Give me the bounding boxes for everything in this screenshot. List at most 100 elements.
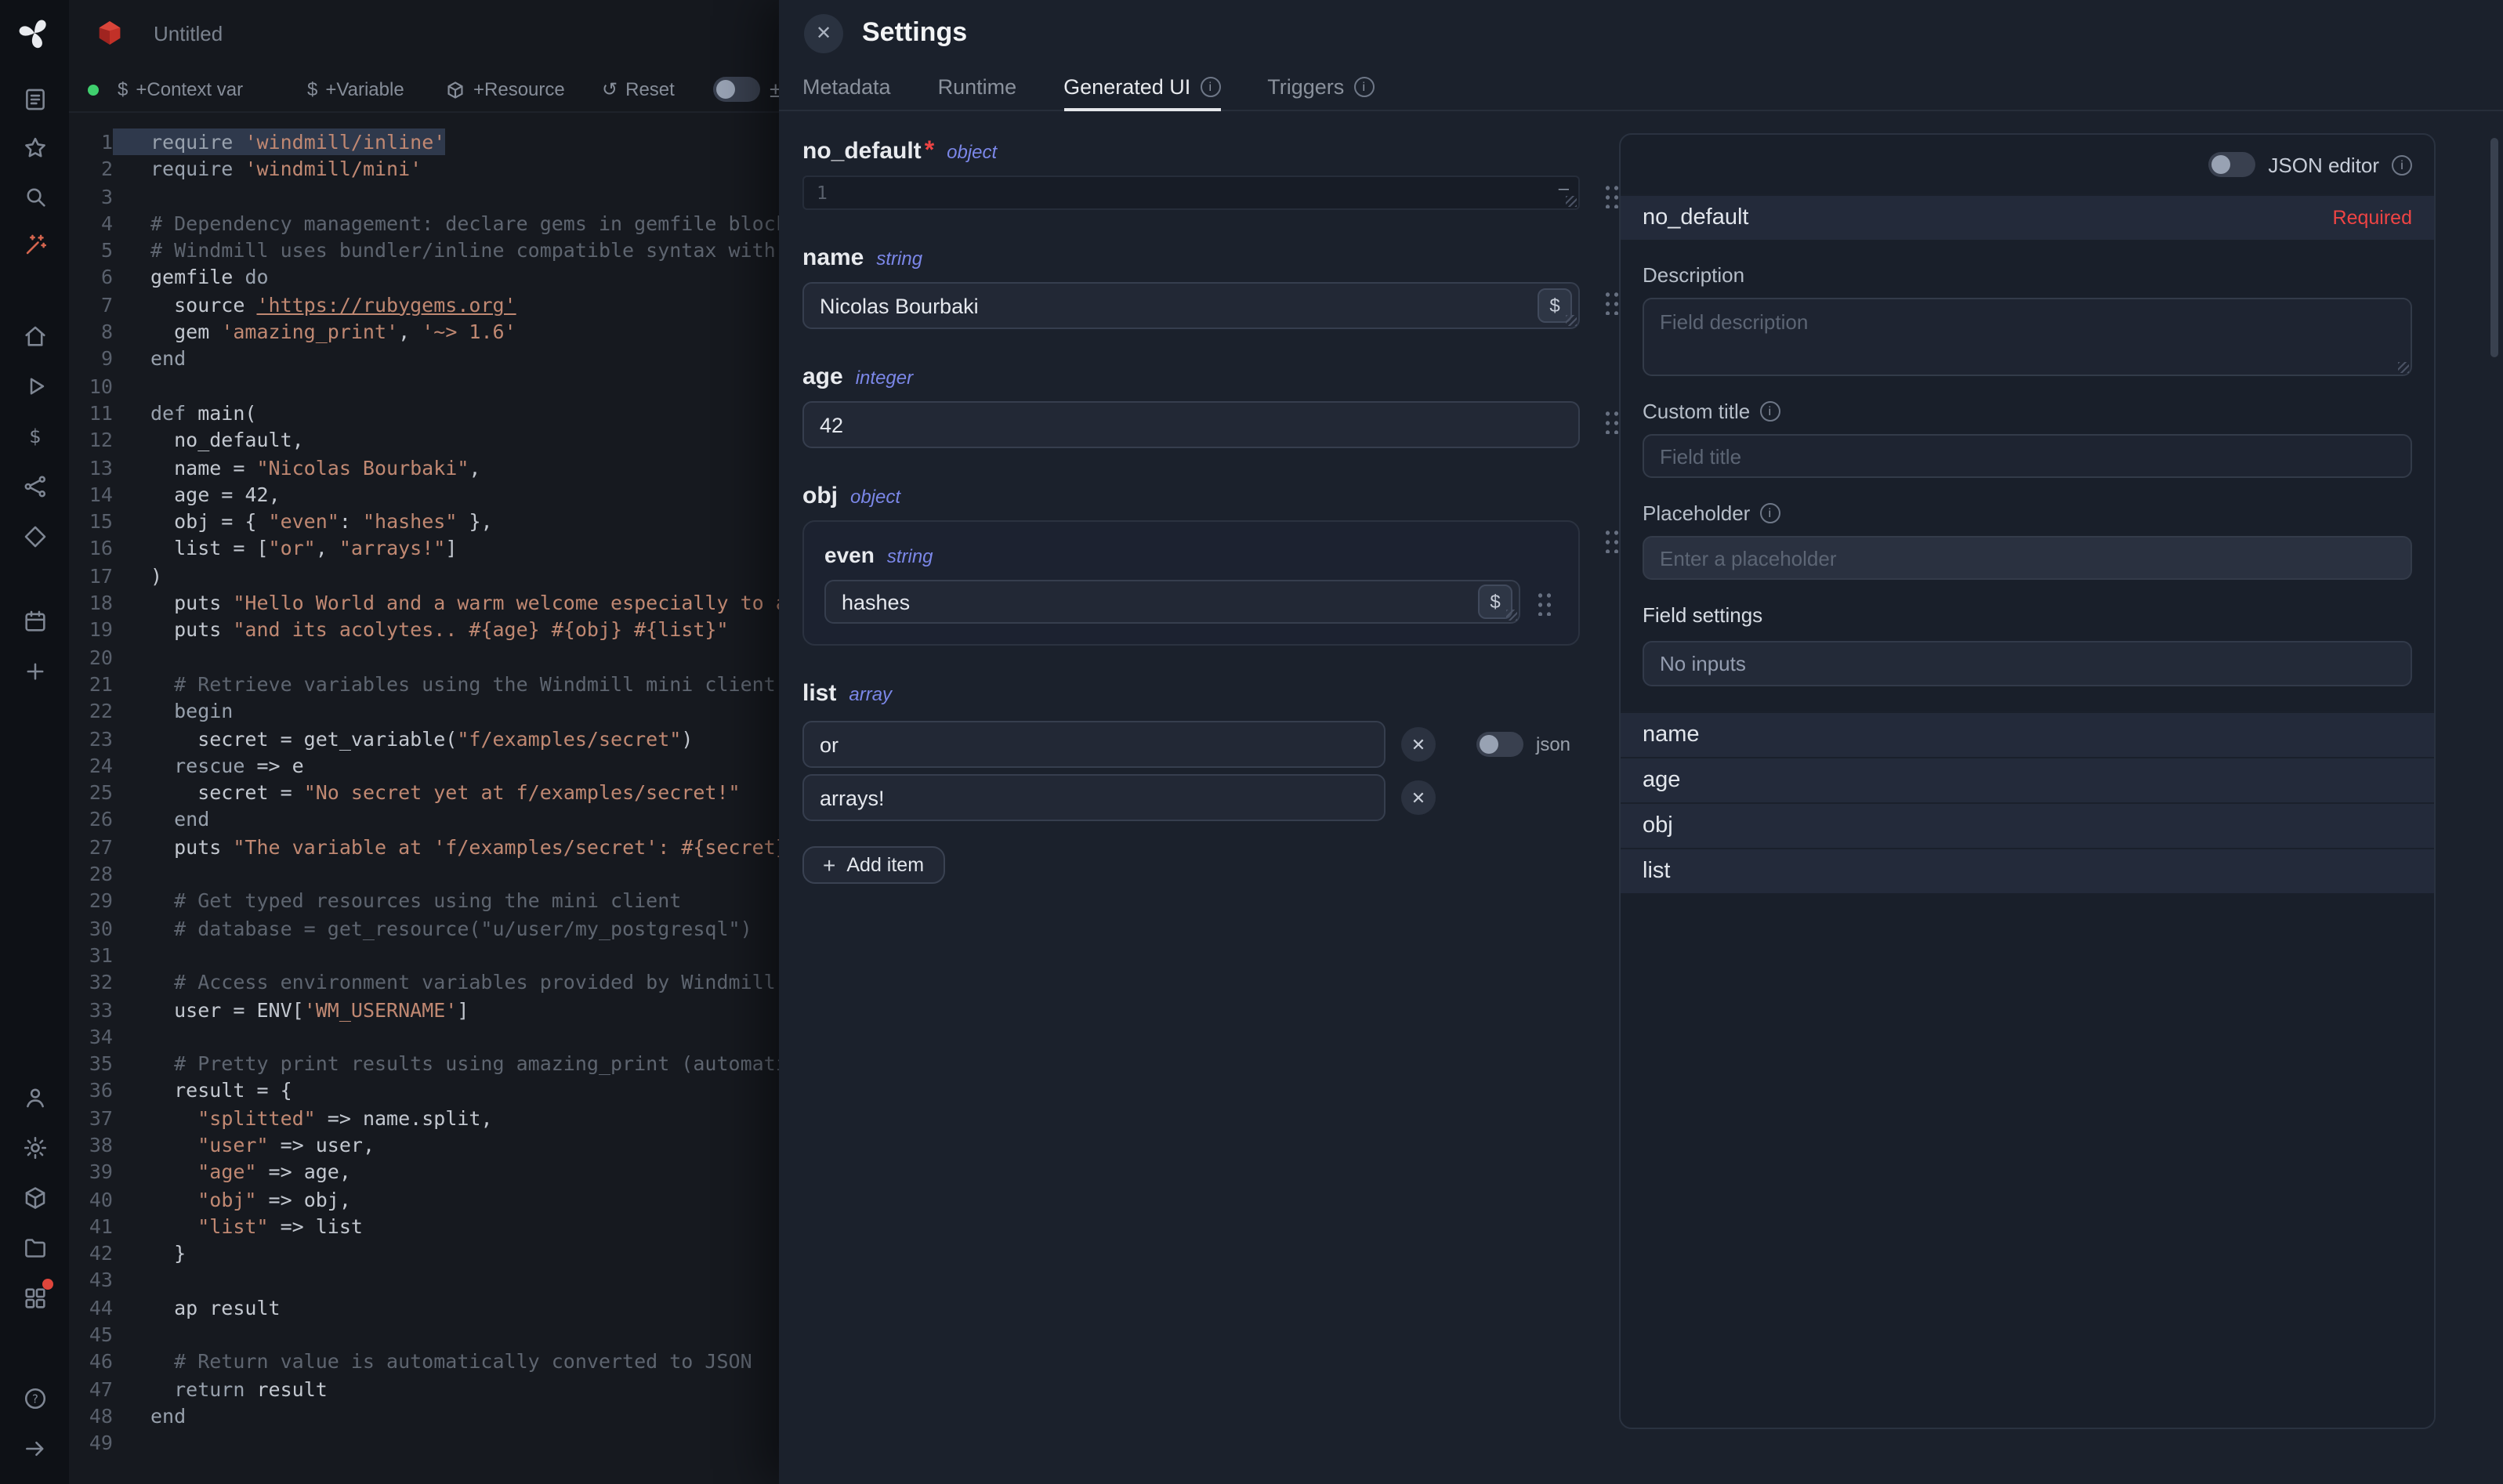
- line-number: 13: [69, 454, 113, 481]
- line-number: 44: [69, 1294, 113, 1322]
- line-number: 40: [69, 1185, 113, 1213]
- code-lines: 1require 'windmill/inline'2require 'wind…: [69, 128, 779, 1457]
- code-line: 12 no_default,: [69, 427, 779, 454]
- panel-row-obj[interactable]: obj: [1621, 802, 2434, 848]
- add-item-button[interactable]: + Add item: [802, 846, 944, 884]
- line-number: 6: [69, 264, 113, 291]
- line-number: 28: [69, 860, 113, 888]
- panel-row-list[interactable]: list: [1621, 848, 2434, 893]
- play-icon[interactable]: [20, 371, 49, 400]
- remove-item-icon[interactable]: ✕: [1401, 727, 1436, 762]
- line-number: 21: [69, 671, 113, 698]
- json-editor-label: JSON editor: [2268, 153, 2379, 176]
- field-type: object: [947, 141, 997, 163]
- script-title-input[interactable]: [150, 20, 464, 46]
- code-line: 29 # Get typed resources using the mini …: [69, 888, 779, 915]
- settings-header: ✕ Settings: [779, 0, 2503, 66]
- resize-corner[interactable]: [1566, 315, 1577, 326]
- drag-handle-icon[interactable]: [1603, 527, 1621, 553]
- drag-handle-icon[interactable]: [1603, 182, 1621, 208]
- field-label: even: [824, 542, 875, 567]
- scrollbar-thumb[interactable]: [2490, 138, 2498, 357]
- package-icon[interactable]: [20, 1183, 49, 1211]
- arrow-right-icon[interactable]: [20, 1434, 49, 1462]
- diff-toggle[interactable]: [713, 66, 760, 113]
- calendar-icon[interactable]: [20, 606, 49, 635]
- json-editor-toggle[interactable]: [2208, 152, 2255, 177]
- code-text: [113, 1430, 150, 1457]
- grid-icon[interactable]: [20, 1283, 49, 1312]
- code-editor[interactable]: 1require 'windmill/inline'2require 'wind…: [69, 113, 779, 1484]
- plus-icon[interactable]: [20, 657, 49, 685]
- search-icon[interactable]: [20, 182, 49, 210]
- windmill-logo-icon[interactable]: [17, 16, 52, 50]
- add-context-var-button[interactable]: $ +Context var: [118, 66, 243, 113]
- drag-handle-icon[interactable]: [1536, 588, 1553, 615]
- panel-row-no-default[interactable]: no_default Required: [1621, 194, 2434, 240]
- tab-runtime[interactable]: Runtime: [938, 66, 1017, 110]
- placeholder-input[interactable]: [1644, 537, 2411, 578]
- list-item-input[interactable]: [804, 786, 1384, 809]
- line-number: 1: [69, 128, 113, 156]
- flow-icon[interactable]: [20, 472, 49, 500]
- field-label: obj: [802, 483, 838, 509]
- code-line: 22 begin: [69, 697, 779, 725]
- help-icon[interactable]: ?: [20, 1384, 49, 1412]
- code-line: 24 rescue => e: [69, 752, 779, 780]
- resize-corner[interactable]: [1566, 196, 1577, 207]
- reset-button[interactable]: ↺ Reset: [602, 66, 675, 113]
- clipboard-icon[interactable]: [20, 85, 49, 113]
- field-type: string: [876, 248, 922, 270]
- dollar-icon[interactable]: $: [20, 422, 49, 450]
- drag-handle-icon[interactable]: [1603, 407, 1621, 434]
- field-config-section: Description Custom title i Placeholder i: [1621, 240, 2434, 711]
- code-text: [113, 183, 150, 210]
- resize-corner[interactable]: [2398, 362, 2409, 373]
- code-text: ): [113, 563, 162, 590]
- user-icon[interactable]: [20, 1083, 49, 1111]
- name-input[interactable]: [804, 294, 1578, 317]
- sidebar-bottom: ?: [20, 1083, 49, 1484]
- line-number: 7: [69, 291, 113, 319]
- panel-row-label: name: [1643, 722, 1700, 747]
- age-input[interactable]: [804, 413, 1578, 436]
- star-icon[interactable]: [20, 133, 49, 161]
- code-text: secret = "No secret yet at f/examples/se…: [113, 779, 741, 806]
- code-text: age = 42,: [113, 481, 281, 509]
- resize-corner[interactable]: [1506, 610, 1517, 621]
- home-icon[interactable]: [20, 321, 49, 349]
- code-text: source 'https://rubygems.org': [113, 291, 516, 319]
- code-text: "list" => list: [113, 1213, 363, 1240]
- tab-metadata[interactable]: Metadata: [802, 66, 891, 110]
- folder-icon[interactable]: [20, 1233, 49, 1261]
- add-resource-button[interactable]: +Resource: [445, 66, 565, 113]
- info-icon: i: [2392, 154, 2412, 175]
- no-default-json-input[interactable]: 1 —: [802, 176, 1580, 210]
- even-input[interactable]: [826, 590, 1519, 614]
- code-text: [113, 1267, 150, 1294]
- panel-row-label: list: [1643, 859, 1670, 884]
- plus-minus-icon[interactable]: ±: [770, 66, 779, 113]
- wand-icon[interactable]: [20, 230, 49, 259]
- tab-triggers[interactable]: Triggersi: [1267, 66, 1374, 110]
- close-icon[interactable]: ✕: [804, 13, 843, 52]
- code-text: puts "Hello World and a warm welcome esp…: [113, 589, 779, 617]
- code-text: # database = get_resource("u/user/my_pos…: [113, 914, 752, 942]
- json-mode-toggle[interactable]: [1476, 732, 1523, 757]
- code-line: 31: [69, 942, 779, 969]
- list-item-input[interactable]: [804, 733, 1384, 756]
- panel-row-name[interactable]: name: [1621, 711, 2434, 757]
- tab-generated-ui[interactable]: Generated UIi: [1063, 66, 1220, 110]
- add-variable-button[interactable]: $ +Variable: [307, 66, 404, 113]
- remove-item-icon[interactable]: ✕: [1401, 780, 1436, 815]
- panel-row-age[interactable]: age: [1621, 757, 2434, 802]
- code-line: 11def main(: [69, 400, 779, 427]
- description-textarea[interactable]: [1644, 299, 2411, 375]
- custom-title-input[interactable]: [1644, 436, 2411, 476]
- ruby-language-icon: [94, 17, 125, 49]
- settings-title: Settings: [862, 17, 967, 49]
- diamond-icon[interactable]: [20, 522, 49, 550]
- drag-handle-icon[interactable]: [1603, 288, 1621, 315]
- gear-icon[interactable]: [20, 1133, 49, 1161]
- svg-text:$: $: [28, 425, 40, 447]
